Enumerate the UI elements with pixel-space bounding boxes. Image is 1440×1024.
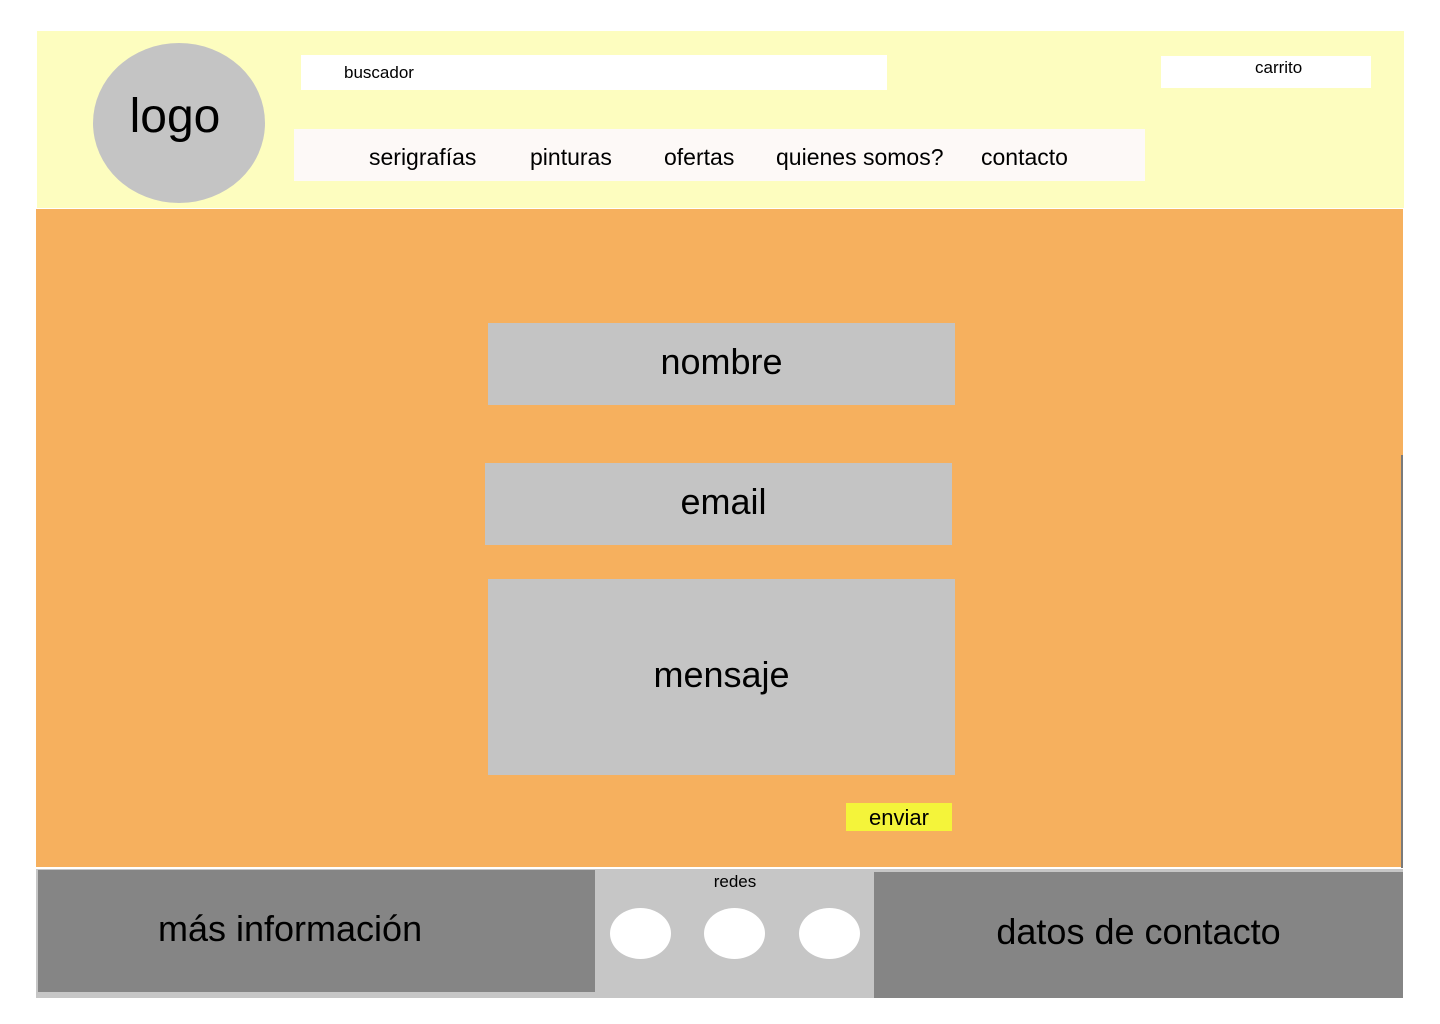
nav-item-pinturas[interactable]: pinturas <box>530 142 612 172</box>
contact-details-label: datos de contacto <box>996 911 1281 952</box>
logo[interactable]: logo <box>93 43 265 203</box>
cart-button[interactable]: carrito <box>1161 56 1371 88</box>
nav-item-serigrafias[interactable]: serigrafías <box>369 142 476 172</box>
name-field-label: nombre <box>660 341 783 382</box>
nav-item-quienes-somos[interactable]: quienes somos? <box>776 142 944 172</box>
site-header: logo carrito serigrafías pinturas oferta… <box>37 31 1404 208</box>
email-field[interactable]: email <box>485 463 952 545</box>
social-links: redes <box>597 870 873 998</box>
message-field-label: mensaje <box>653 654 790 695</box>
name-field[interactable]: nombre <box>488 323 955 405</box>
nav-item-contacto[interactable]: contacto <box>981 142 1068 172</box>
social-icon[interactable] <box>610 908 671 959</box>
email-field-label: email <box>680 481 767 522</box>
contact-page: logo carrito serigrafías pinturas oferta… <box>0 0 1440 1024</box>
social-label: redes <box>713 872 757 891</box>
contact-form-section: nombre email mensaje enviar <box>36 209 1403 867</box>
social-icon[interactable] <box>704 908 765 959</box>
contact-details: datos de contacto <box>874 872 1403 998</box>
send-button[interactable]: enviar <box>846 803 952 831</box>
social-icon[interactable] <box>799 908 860 959</box>
section-divider <box>1401 455 1403 868</box>
logo-text: logo <box>129 90 221 143</box>
nav-item-ofertas[interactable]: ofertas <box>664 142 734 172</box>
more-info-label: más información <box>158 908 423 949</box>
more-info-link[interactable]: más información <box>38 870 595 992</box>
cart-label: carrito <box>1255 58 1303 77</box>
main-nav: serigrafías pinturas ofertas quienes som… <box>294 129 1145 181</box>
message-field[interactable]: mensaje <box>488 579 955 775</box>
search-input[interactable] <box>301 55 887 90</box>
